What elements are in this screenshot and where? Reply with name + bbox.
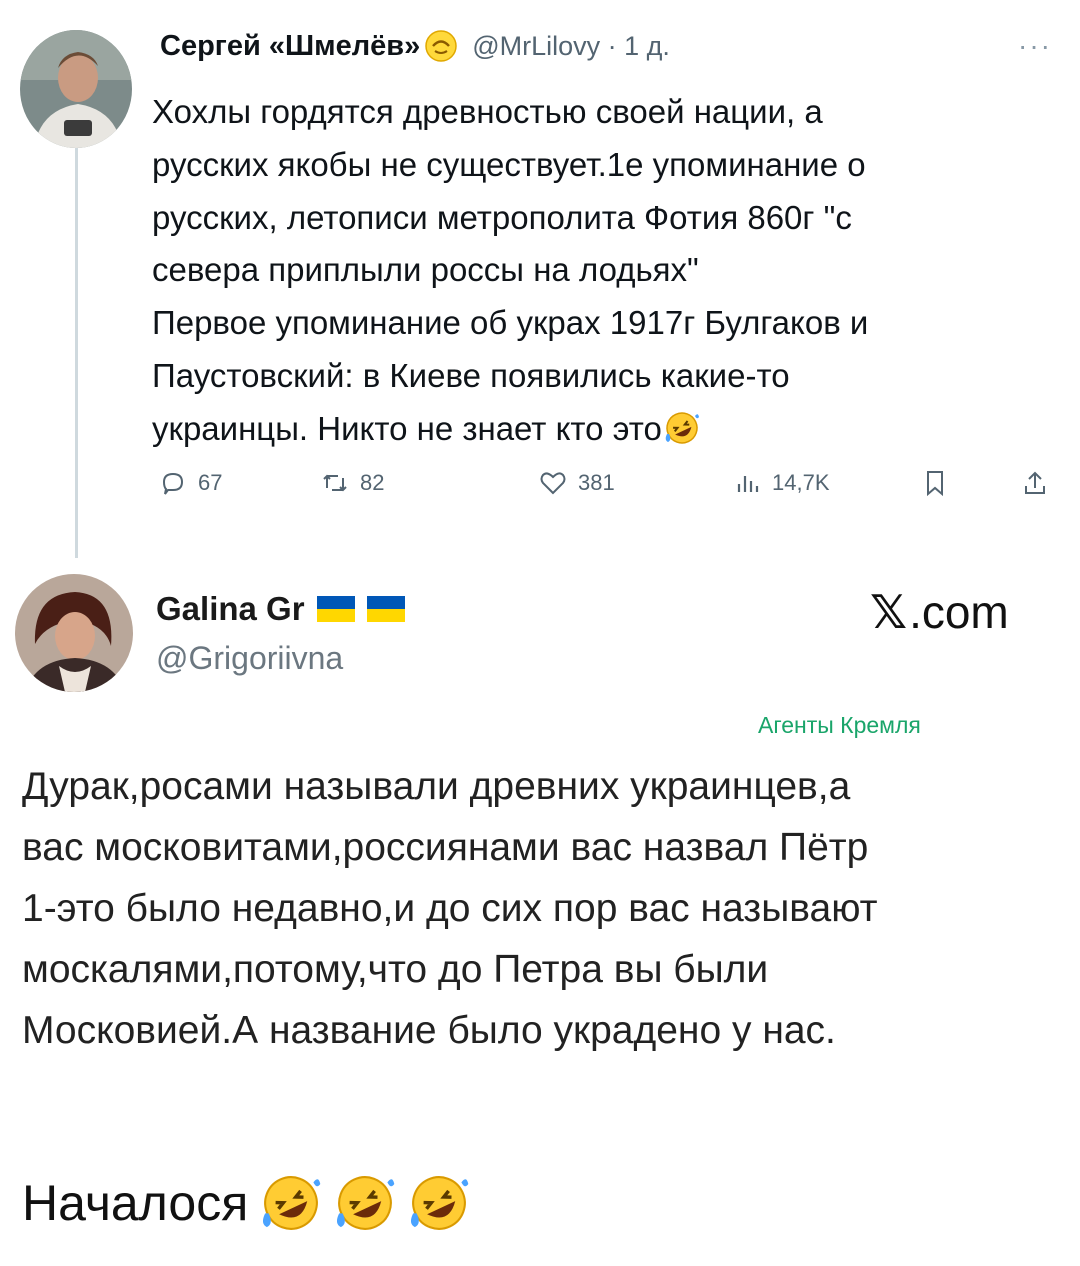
retweet-count: 82	[360, 470, 385, 495]
tweet-text-line: русских, летописи метрополита Фотия 860г…	[152, 198, 852, 236]
author-handle-time[interactable]: @MrLilovy · 1 д.	[472, 31, 670, 62]
thread-connector-line	[75, 148, 78, 558]
views-button[interactable]: 14,7K	[732, 468, 830, 498]
reply-text-line: Дурак,росами называли древних украинцев,…	[22, 765, 851, 808]
reply-text-line: Московией.А название было украдено у нас…	[22, 1009, 836, 1052]
x-logo-icon: 𝕏	[870, 585, 908, 639]
more-options-icon[interactable]: ···	[1018, 30, 1052, 62]
reply-text-line: вас московитами,россиянами вас назвал Пё…	[22, 826, 869, 869]
reply-author-name-row: Galina Gr	[156, 590, 405, 628]
author-name[interactable]: Сергей «Шмелёв»	[160, 30, 420, 63]
like-count: 381	[578, 470, 615, 495]
rofl-emoji	[263, 1176, 321, 1230]
reply-count: 67	[198, 470, 223, 495]
ukraine-flag-icon	[316, 596, 355, 622]
rofl-emoji	[665, 412, 699, 444]
like-icon	[540, 472, 566, 495]
views-icon	[737, 476, 759, 492]
x-com-logo[interactable]: 𝕏 .com	[870, 585, 1009, 639]
watermark-text: Агенты Кремля	[758, 712, 921, 738]
author-avatar[interactable]	[20, 30, 132, 148]
retweet-icon	[323, 474, 347, 492]
tweet-action-bar: 67 82 381 14,7K	[158, 468, 1058, 504]
reply-author-avatar[interactable]	[15, 574, 133, 692]
avatar-photo-icon	[20, 30, 132, 148]
tweet-text-line-last: украинцы. Никто не знает кто это	[152, 403, 1062, 456]
reply-text-line: москалями,потому,что до Петра вы были	[22, 948, 769, 991]
tweet-text-line: Первое упоминание об украх 1917г Булгако…	[152, 304, 869, 342]
tweet-header: Сергей «Шмелёв» @MrLilovy · 1 д.	[160, 26, 670, 66]
bookmark-icon	[927, 471, 943, 497]
reply-author-handle[interactable]: @Grigoriivna	[156, 640, 343, 677]
tweet-text-line: севера приплыли россы на лодьях"	[152, 251, 699, 289]
ukraine-flag-icon	[366, 596, 405, 622]
reply-author-name[interactable]: Galina Gr	[156, 590, 305, 628]
reply-icon	[162, 472, 184, 495]
share-icon	[1025, 471, 1045, 494]
views-count: 14,7K	[772, 470, 830, 495]
x-com-suffix: .com	[909, 586, 1009, 638]
tweet-text: Хохлы гордятся древностью своей нации, а…	[152, 86, 1062, 456]
like-button[interactable]: 381	[538, 468, 615, 498]
bookmark-button[interactable]	[920, 468, 960, 498]
face-emoji	[425, 30, 457, 62]
meme-caption: Началося	[22, 1172, 470, 1234]
tweet-text-line: Хохлы гордятся древностью своей нации, а	[152, 93, 823, 130]
reply-text: Дурак,росами называли древних украинцев,…	[22, 756, 1062, 1061]
rofl-emoji	[411, 1176, 469, 1230]
tweet-text-line: украинцы. Никто не знает кто это	[152, 409, 662, 447]
reply-text-line: 1-это было недавно,и до сих пор вас назы…	[22, 887, 878, 930]
share-button[interactable]	[1020, 468, 1060, 498]
retweet-button[interactable]: 82	[320, 468, 384, 498]
reply-button[interactable]: 67	[158, 468, 222, 498]
rofl-emoji	[337, 1176, 395, 1230]
caption-text: Началося	[22, 1175, 249, 1231]
tweet-text-line: Паустовский: в Киеве появились какие-то	[152, 356, 790, 394]
tweet-text-line: русских якобы не существует.1е упоминани…	[152, 145, 866, 183]
avatar-photo-icon	[15, 574, 133, 692]
